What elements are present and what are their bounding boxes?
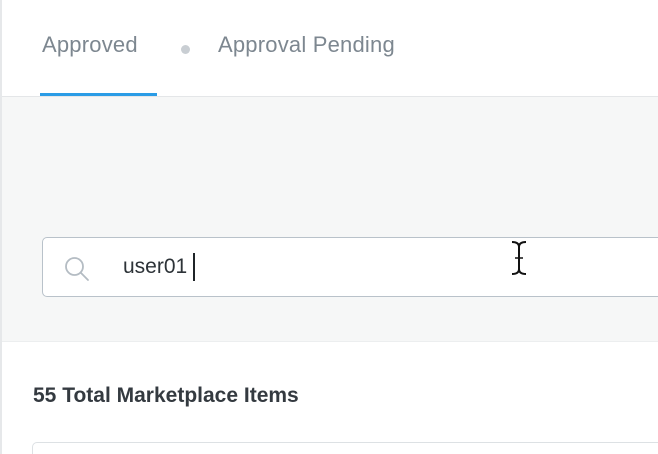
tab-separator-dot bbox=[181, 45, 190, 54]
search-icon bbox=[63, 255, 91, 283]
search-input[interactable] bbox=[123, 250, 643, 284]
marketplace-page: Approved Approval Pending user01 55 Tota… bbox=[0, 0, 658, 454]
tab-bar: Approved Approval Pending bbox=[2, 0, 658, 97]
search-box[interactable] bbox=[42, 237, 658, 297]
text-caret bbox=[193, 253, 195, 281]
tab-approval-pending[interactable]: Approval Pending bbox=[218, 32, 395, 58]
results-count: 55 Total Marketplace Items bbox=[33, 384, 299, 407]
results-list bbox=[32, 442, 658, 454]
active-tab-indicator bbox=[40, 93, 157, 96]
results-section: 55 Total Marketplace Items bbox=[2, 342, 658, 454]
tab-approved[interactable]: Approved bbox=[42, 32, 138, 58]
ibeam-cursor-icon bbox=[508, 238, 530, 278]
search-section bbox=[2, 97, 658, 342]
